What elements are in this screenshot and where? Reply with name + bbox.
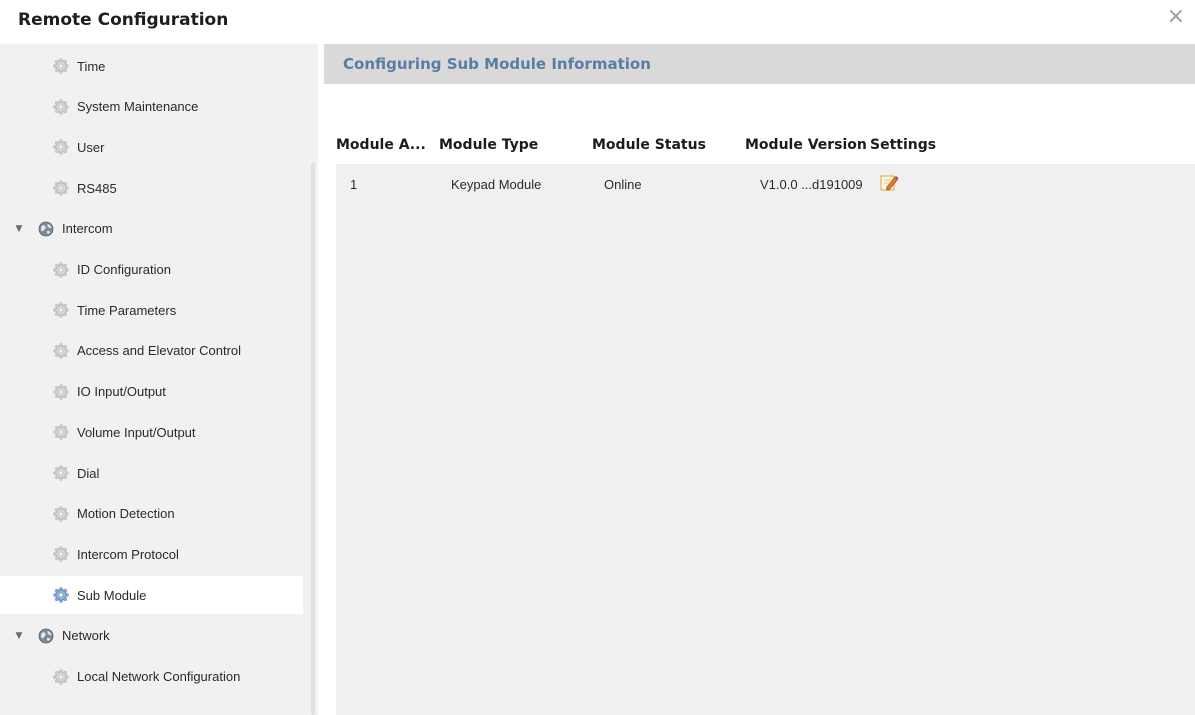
panel-header: Configuring Sub Module Information: [324, 44, 1195, 84]
sidebar-item-label: IO Input/Output: [77, 384, 166, 400]
sidebar-item-label: Sub Module: [77, 587, 147, 603]
gear-icon: [53, 302, 69, 319]
table-body: 1 Keypad Module Online V1.0.0 ...d191009: [336, 164, 1195, 715]
sidebar-item-label: Dial: [77, 465, 100, 481]
column-header-module-type[interactable]: Module Type: [439, 137, 538, 153]
sidebar: Time System Maintenance User RS485 ▼ Intercom…: [0, 44, 318, 715]
sidebar-item-system-maintenance[interactable]: System Maintenance: [0, 88, 303, 126]
sidebar-item-label: Time Parameters: [77, 302, 177, 318]
sidebar-item-label: Time: [77, 58, 106, 74]
sidebar-item-dial[interactable]: Dial: [0, 454, 303, 492]
sidebar-item-io-input-output[interactable]: IO Input/Output: [0, 373, 303, 411]
sidebar-item-time[interactable]: Time: [0, 47, 303, 85]
cell-module-address: 1: [350, 177, 358, 192]
column-header-module-address[interactable]: Module A...: [336, 137, 426, 153]
column-header-settings[interactable]: Settings: [870, 137, 936, 153]
sidebar-item-volume-input-output[interactable]: Volume Input/Output: [0, 413, 303, 451]
window-title: Remote Configuration: [18, 10, 229, 30]
sidebar-item-label: Network: [62, 628, 110, 644]
gear-icon: [53, 180, 69, 196]
sidebar-item-id-configuration[interactable]: ID Configuration: [0, 251, 303, 289]
gear-icon: [53, 424, 69, 441]
sidebar-item-access-and-elevator-control[interactable]: Access and Elevator Control: [0, 332, 303, 370]
globe-icon: [38, 628, 54, 644]
table-row[interactable]: 1 Keypad Module Online V1.0.0 ...d191009: [336, 164, 1195, 204]
sidebar-item-network[interactable]: ▼ Network: [0, 617, 303, 655]
sidebar-item-label: Volume Input/Output: [77, 424, 196, 440]
cell-module-status: Online: [604, 177, 642, 192]
sidebar-item-label: Intercom: [62, 221, 113, 237]
column-header-module-version[interactable]: Module Version: [745, 137, 867, 153]
panel-title: Configuring Sub Module Information: [343, 55, 651, 73]
title-bar: Remote Configuration ×: [0, 0, 1195, 44]
table-header: Module A... Module Type Module Status Mo…: [324, 129, 1195, 161]
column-header-module-status[interactable]: Module Status: [592, 137, 706, 153]
gear-icon: [53, 546, 69, 563]
sidebar-item-user[interactable]: User: [0, 128, 303, 166]
chevron-down-icon[interactable]: ▼: [14, 224, 24, 234]
gear-icon: [53, 98, 69, 115]
edit-icon[interactable]: [878, 172, 900, 194]
gear-icon: [53, 465, 69, 481]
gear-icon: [53, 383, 69, 400]
sidebar-item-rs485[interactable]: RS485: [0, 169, 303, 207]
sidebar-item-label: Motion Detection: [77, 506, 175, 522]
sidebar-item-label: ID Configuration: [77, 262, 171, 277]
sidebar-item-time-parameters[interactable]: Time Parameters: [0, 291, 303, 329]
sidebar-item-label: User: [77, 139, 105, 155]
sidebar-item-sub-module[interactable]: Sub Module: [0, 576, 303, 615]
sidebar-item-intercom-protocol[interactable]: Intercom Protocol: [0, 535, 303, 573]
main-panel: Configuring Sub Module Information Modul…: [324, 44, 1195, 715]
cell-module-type: Keypad Module: [451, 177, 542, 192]
gear-icon: [53, 58, 69, 74]
gear-icon: [53, 261, 69, 278]
sidebar-item-label: RS485: [77, 180, 117, 196]
scrollbar-thumb[interactable]: [311, 162, 315, 715]
gear-icon: [53, 505, 69, 522]
gear-icon: [53, 139, 69, 156]
chevron-down-icon[interactable]: ▼: [14, 631, 24, 641]
sidebar-item-label: Intercom Protocol: [77, 546, 179, 562]
sidebar-item-label: Local Network Configuration: [77, 669, 241, 684]
sidebar-item-motion-detection[interactable]: Motion Detection: [0, 495, 303, 533]
sidebar-item-label: System Maintenance: [77, 99, 199, 115]
gear-icon: [53, 668, 69, 685]
sidebar-item-intercom[interactable]: ▼ Intercom: [0, 210, 303, 248]
sidebar-item-label: Access and Elevator Control: [77, 343, 242, 359]
close-icon[interactable]: ×: [1167, 6, 1185, 28]
gear-icon: [53, 343, 69, 359]
cell-module-version: V1.0.0 ...d191009: [760, 177, 863, 192]
sidebar-item-local-network-configuration[interactable]: Local Network Configuration: [0, 658, 303, 696]
gear-icon: [53, 587, 69, 603]
globe-icon: [38, 221, 54, 237]
